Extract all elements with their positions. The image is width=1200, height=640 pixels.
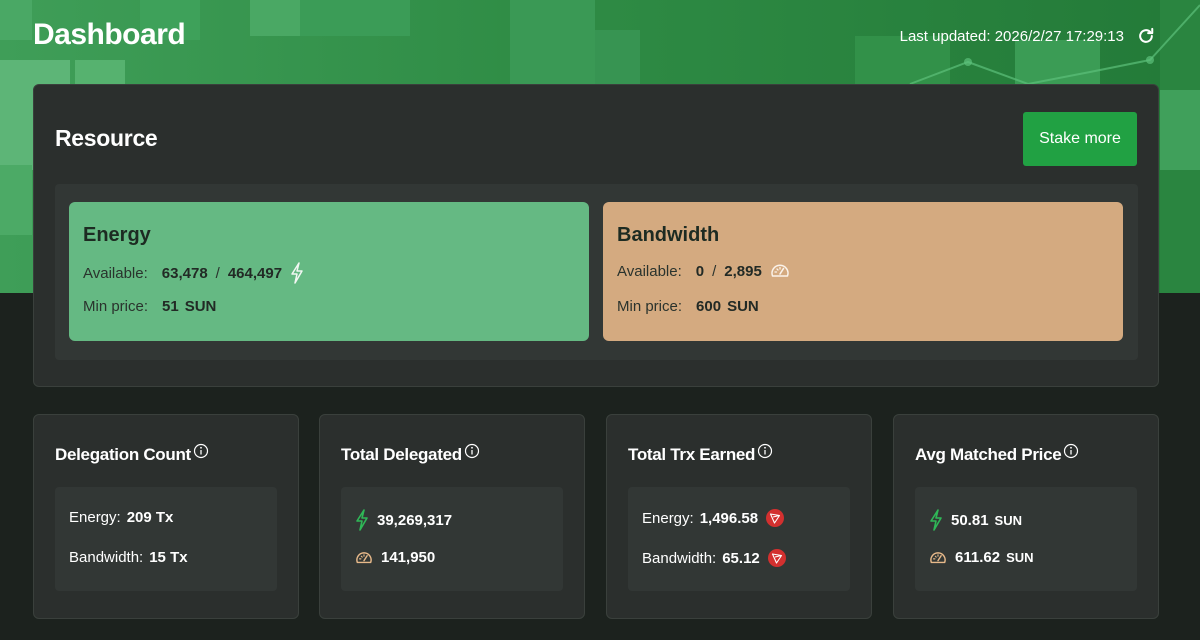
- bandwidth-min-price-unit: SUN: [727, 298, 759, 315]
- total-delegated-bandwidth-value: 141,950: [381, 549, 436, 566]
- energy-title: Energy: [83, 224, 151, 246]
- avg-price-bandwidth-row: 611.62 SUN: [929, 549, 1034, 566]
- avg-matched-price-panel: 50.81 SUN 611.62 SUN: [915, 487, 1137, 591]
- trx-earned-bandwidth-label: Bandwidth:: [642, 549, 717, 567]
- total-trx-earned-card: Total Trx Earned Energy: 1,496.58 Bandwi…: [606, 414, 872, 619]
- bandwidth-min-price-row: Min price: 600 SUN: [617, 298, 759, 315]
- bandwidth-min-price-label: Min price:: [617, 298, 683, 315]
- delegation-energy-value: 209 Tx: [126, 509, 174, 526]
- delegation-count-title: Delegation Count: [55, 443, 209, 465]
- avg-price-energy-value: 50.81: [951, 511, 989, 529]
- delegation-bandwidth-row: Bandwidth: 15 Tx: [69, 549, 188, 566]
- avg-price-energy-row: 50.81 SUN: [929, 509, 1022, 531]
- energy-separator: /: [215, 264, 220, 282]
- lightning-icon: [290, 262, 304, 284]
- info-icon[interactable]: [757, 443, 773, 459]
- info-icon[interactable]: [464, 443, 480, 459]
- speedometer-icon: [770, 262, 790, 280]
- energy-min-price-label: Min price:: [83, 298, 149, 315]
- energy-available-row: Available: 63,478 / 464,497: [83, 262, 304, 284]
- delegation-count-card: Delegation Count Energy: 209 Tx Bandwidt…: [33, 414, 299, 619]
- total-delegated-title: Total Delegated: [341, 443, 480, 465]
- info-icon[interactable]: [193, 443, 209, 459]
- avg-matched-price-card: Avg Matched Price 50.81 SUN 611.62 SUN: [893, 414, 1159, 619]
- refresh-icon[interactable]: [1136, 26, 1156, 46]
- trx-earned-bandwidth-value: 65.12: [722, 549, 760, 567]
- trx-earned-bandwidth-row: Bandwidth: 65.12: [642, 549, 786, 567]
- total-delegated-bandwidth-row: 141,950: [355, 549, 435, 566]
- resource-card: Resource Stake more Energy Available: 63…: [33, 84, 1159, 387]
- delegation-bandwidth-value: 15 Tx: [149, 549, 188, 566]
- trx-earned-energy-label: Energy:: [642, 509, 694, 527]
- total-trx-earned-panel: Energy: 1,496.58 Bandwidth: 65.12: [628, 487, 850, 591]
- bandwidth-title: Bandwidth: [617, 224, 720, 246]
- bandwidth-available-label: Available:: [617, 262, 682, 280]
- bandwidth-available-value: 0: [695, 262, 705, 280]
- total-trx-earned-title-text: Total Trx Earned: [628, 445, 756, 464]
- total-delegated-panel: 39,269,317 141,950: [341, 487, 563, 591]
- bandwidth-min-price-value: 600: [696, 298, 722, 315]
- trx-earned-energy-value: 1,496.58: [699, 509, 759, 527]
- energy-resource-box: Energy Available: 63,478 / 464,497 Min p…: [69, 202, 589, 341]
- lightning-icon: [929, 509, 943, 531]
- total-delegated-title-text: Total Delegated: [341, 445, 462, 464]
- speedometer-icon: [355, 550, 373, 566]
- avg-matched-price-title-text: Avg Matched Price: [915, 445, 1062, 464]
- delegation-count-title-text: Delegation Count: [55, 445, 191, 464]
- dashboard-page: Dashboard Last updated: 2026/2/27 17:29:…: [0, 0, 1200, 640]
- avg-matched-price-title: Avg Matched Price: [915, 443, 1079, 465]
- total-trx-earned-title: Total Trx Earned: [628, 443, 773, 465]
- tron-icon: [767, 549, 786, 567]
- resource-panel: Energy Available: 63,478 / 464,497 Min p…: [55, 184, 1138, 360]
- energy-total-value: 464,497: [227, 264, 283, 282]
- last-updated: Last updated: 2026/2/27 17:29:13: [900, 26, 1156, 46]
- bandwidth-separator: /: [712, 262, 717, 280]
- energy-min-price-row: Min price: 51 SUN: [83, 298, 216, 315]
- delegation-energy-label: Energy:: [69, 509, 121, 526]
- energy-available-value: 63,478: [161, 264, 208, 282]
- resource-title: Resource: [55, 125, 158, 151]
- total-delegated-energy-value: 39,269,317: [377, 511, 453, 529]
- avg-price-energy-unit: SUN: [994, 512, 1022, 528]
- delegation-energy-row: Energy: 209 Tx: [69, 509, 173, 526]
- total-delegated-card: Total Delegated 39,269,317 141,950: [319, 414, 585, 619]
- info-icon[interactable]: [1063, 443, 1079, 459]
- energy-min-price-value: 51: [162, 298, 179, 315]
- energy-available-label: Available:: [83, 264, 148, 282]
- energy-min-price-unit: SUN: [184, 298, 217, 315]
- bandwidth-total-value: 2,895: [724, 262, 762, 280]
- lightning-icon: [355, 509, 369, 531]
- delegation-bandwidth-label: Bandwidth:: [69, 549, 144, 566]
- bandwidth-resource-box: Bandwidth Available: 0 / 2,895 Min price…: [603, 202, 1123, 341]
- tron-icon: [766, 509, 785, 527]
- total-delegated-energy-row: 39,269,317: [355, 509, 452, 531]
- speedometer-icon: [929, 550, 947, 566]
- last-updated-text: Last updated: 2026/2/27 17:29:13: [899, 27, 1124, 45]
- bandwidth-available-row: Available: 0 / 2,895: [617, 262, 790, 280]
- avg-price-bandwidth-unit: SUN: [1006, 550, 1034, 565]
- avg-price-bandwidth-value: 611.62: [955, 549, 1001, 566]
- stake-more-button[interactable]: Stake more: [1023, 112, 1137, 166]
- delegation-count-panel: Energy: 209 Tx Bandwidth: 15 Tx: [55, 487, 277, 591]
- trx-earned-energy-row: Energy: 1,496.58: [642, 509, 785, 527]
- page-title: Dashboard: [33, 18, 186, 51]
